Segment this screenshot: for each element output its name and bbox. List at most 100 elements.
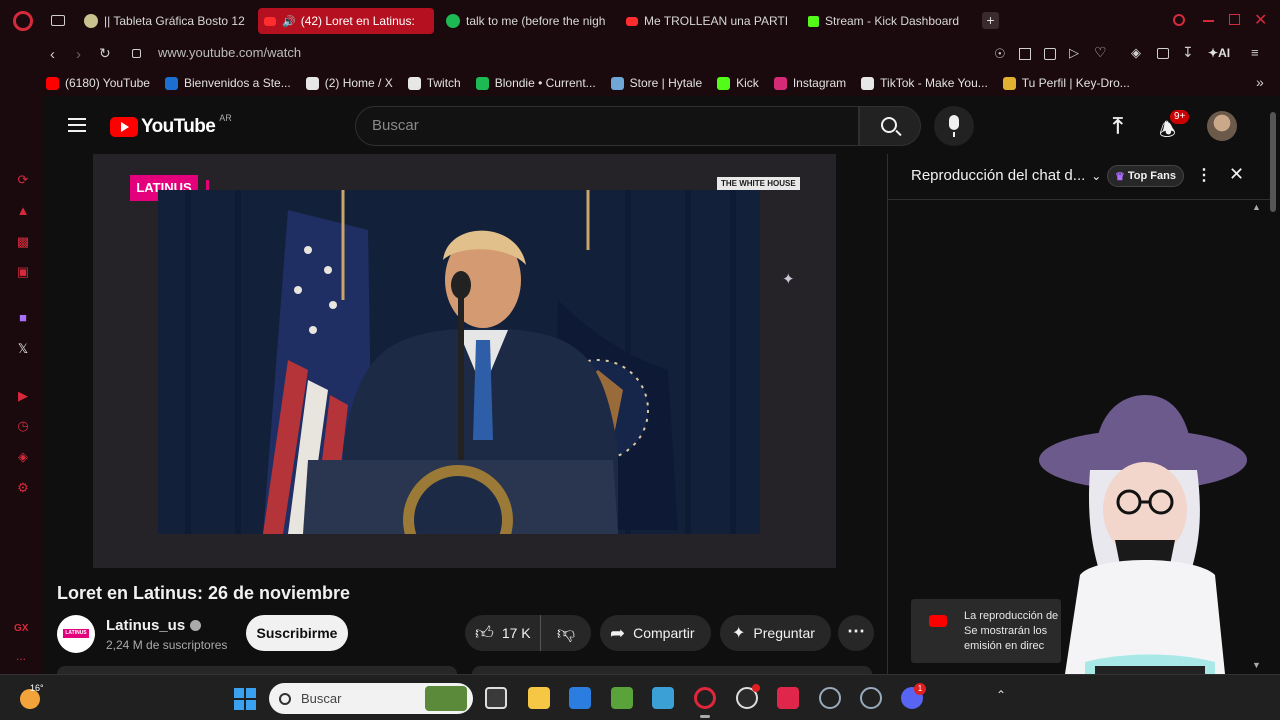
like-button[interactable]: 👍︎ 17 K — [465, 615, 541, 651]
close-chat-icon[interactable]: ✕ — [1229, 164, 1244, 185]
bookmark-item[interactable]: Bienvenidos a Ste... — [164, 76, 291, 90]
subscribe-button[interactable]: Suscribirme — [246, 615, 348, 651]
gx-corner-icon[interactable]: ▩ — [15, 234, 31, 250]
player-icon[interactable]: ▷ — [1069, 45, 1079, 61]
bookmark-item[interactable]: Tu Perfil | Key-Dro... — [1002, 76, 1130, 90]
tab-me-trollean[interactable]: Me TROLLEAN una PARTI — [620, 8, 792, 34]
ask-button[interactable]: ✦ Preguntar — [720, 615, 831, 651]
dislike-button[interactable]: 👎︎ — [541, 615, 591, 651]
workspaces-icon[interactable] — [51, 15, 65, 26]
wallet-icon[interactable] — [1157, 48, 1169, 59]
start-button[interactable] — [234, 688, 256, 710]
bookmark-item[interactable]: TikTok - Make You... — [861, 76, 988, 90]
opera-sidebar: ⟳ ▲ ▩ ▣ ■ 𝕏 ▶ ◷ ◈ ⚙ GX ... — [0, 96, 44, 674]
top-fans-chip[interactable]: ♛ Top Fans — [1107, 165, 1184, 187]
tab-loret-en-latinus[interactable]: 🔊 (42) Loret en Latinus: — [258, 8, 434, 34]
extensions-sidebar-icon[interactable]: ◈ — [15, 449, 31, 465]
adblock-icon[interactable] — [1044, 48, 1056, 60]
like-count: 17 K — [501, 625, 531, 641]
minimize-icon[interactable] — [1203, 20, 1214, 22]
bookmark-item[interactable]: (6180) YouTube — [46, 76, 150, 90]
extensions-icon[interactable]: ◈ — [1131, 45, 1141, 61]
bookmark-item[interactable]: (2) Home / X — [305, 76, 393, 90]
settings-gear-icon[interactable]: ⚙ — [15, 480, 31, 496]
search-input[interactable]: Buscar — [355, 106, 859, 146]
verified-icon — [190, 620, 202, 631]
forward-icon[interactable]: › — [76, 46, 81, 63]
notifications-button[interactable]: 🕭 9+ — [1156, 110, 1190, 141]
pin-icon[interactable]: ☉ — [994, 46, 1006, 62]
close-window-icon[interactable]: ✕ — [1254, 10, 1267, 30]
opera-logo-icon[interactable] — [13, 11, 33, 31]
upload-icon[interactable]: ⤒ — [1113, 113, 1123, 139]
tab-audio-icon[interactable]: 🔊 — [282, 15, 296, 28]
crypto-wallet-icon[interactable]: ▲ — [15, 203, 31, 219]
file-explorer-icon[interactable] — [528, 687, 550, 709]
reload-icon[interactable]: ↻ — [99, 45, 111, 62]
youtube-logo-text: YouTube — [141, 116, 216, 137]
sidebar-more-icon[interactable]: ... — [16, 649, 26, 663]
aria-icon[interactable]: ⟳ — [15, 172, 31, 188]
spotify-favicon-icon — [446, 14, 460, 28]
gx-label[interactable]: GX — [14, 623, 28, 634]
search-button[interactable] — [859, 106, 921, 146]
tab-kick-dashboard[interactable]: Stream - Kick Dashboard — [802, 8, 974, 34]
chat-more-icon[interactable]: ⋮ — [1196, 165, 1212, 185]
snapshot-icon[interactable] — [1019, 48, 1031, 60]
channel-avatar[interactable]: LATINUS — [57, 615, 95, 653]
tab-label: Stream - Kick Dashboard — [825, 14, 960, 28]
settings-app-icon[interactable] — [860, 687, 882, 709]
bookmark-item[interactable]: Blondie • Current... — [475, 76, 596, 90]
tiktok-live-icon[interactable] — [777, 687, 799, 709]
search-tabs-icon[interactable] — [1173, 14, 1185, 26]
tab-tableta[interactable]: || Tableta Gráfica Bosto 12 — [78, 8, 250, 34]
aria-ai-button[interactable]: ✦AI — [1208, 46, 1230, 60]
twitch-icon[interactable]: ■ — [15, 310, 31, 326]
bookmark-item[interactable]: Instagram — [773, 76, 846, 90]
favorite-heart-icon[interactable]: ♡ — [1094, 44, 1107, 61]
bookmark-item[interactable]: Store | Hytale — [610, 76, 702, 90]
video-player[interactable]: LATINUS THE WHITE HOUSE ✦ — [93, 154, 836, 568]
voice-search-button[interactable] — [934, 106, 974, 146]
guide-menu-icon[interactable] — [68, 118, 86, 132]
active-app-indicator — [700, 715, 710, 718]
maximize-icon[interactable] — [1229, 14, 1240, 25]
lock-icon[interactable] — [132, 49, 141, 58]
back-icon[interactable]: ‹ — [50, 46, 55, 63]
microsoft-store-icon[interactable] — [569, 687, 591, 709]
account-avatar[interactable] — [1207, 111, 1237, 141]
tray-chevron-up-icon[interactable]: ⌃ — [996, 688, 1006, 702]
x-icon[interactable]: 𝕏 — [15, 341, 31, 357]
minecraft-icon[interactable] — [611, 687, 633, 709]
task-view-icon[interactable] — [485, 687, 507, 709]
tab-talk-to-me[interactable]: talk to me (before the nigh — [440, 8, 612, 34]
chat-title-dropdown[interactable]: Reproducción del chat d... ⌄ — [911, 167, 1101, 184]
latinus-bug-accent — [206, 180, 209, 190]
page-scrollbar[interactable] — [1270, 112, 1276, 212]
taskbar-search[interactable]: Buscar — [269, 683, 473, 714]
vtube-studio-icon[interactable] — [819, 687, 841, 709]
weather-widget[interactable]: 16° — [20, 683, 46, 709]
youtube-logo[interactable]: YouTube AR — [110, 113, 232, 138]
url-field[interactable]: www.youtube.com/watch — [158, 45, 301, 60]
photos-icon[interactable] — [652, 687, 674, 709]
player-sidebar-icon[interactable]: ▶ — [15, 388, 31, 404]
opera-gx-taskbar-icon[interactable] — [694, 687, 716, 709]
easy-setup-icon[interactable]: ≡ — [1251, 45, 1259, 60]
bookmark-item[interactable]: Twitch — [407, 76, 461, 90]
channel-name[interactable]: Latinus_us — [106, 617, 202, 634]
messenger-icon[interactable]: ▣ — [15, 264, 31, 280]
chat-scroll-up-icon[interactable]: ▲ — [1252, 202, 1261, 212]
bookmark-favicon-icon — [407, 76, 421, 90]
bookmark-favicon-icon — [773, 76, 787, 90]
share-button[interactable]: ➦ Compartir — [600, 615, 711, 651]
history-icon[interactable]: ◷ — [15, 418, 31, 434]
bookmark-favicon-icon — [46, 76, 59, 90]
bookmarks-more-icon[interactable]: » — [1256, 74, 1264, 90]
bookmark-item[interactable]: Kick — [717, 76, 759, 90]
download-icon[interactable]: ↧ — [1182, 44, 1194, 61]
microphone-icon — [949, 115, 959, 130]
more-actions-button[interactable]: ⋯ — [838, 615, 874, 651]
new-tab-button[interactable]: + — [982, 12, 999, 29]
bookmark-label: Tu Perfil | Key-Dro... — [1021, 76, 1130, 90]
